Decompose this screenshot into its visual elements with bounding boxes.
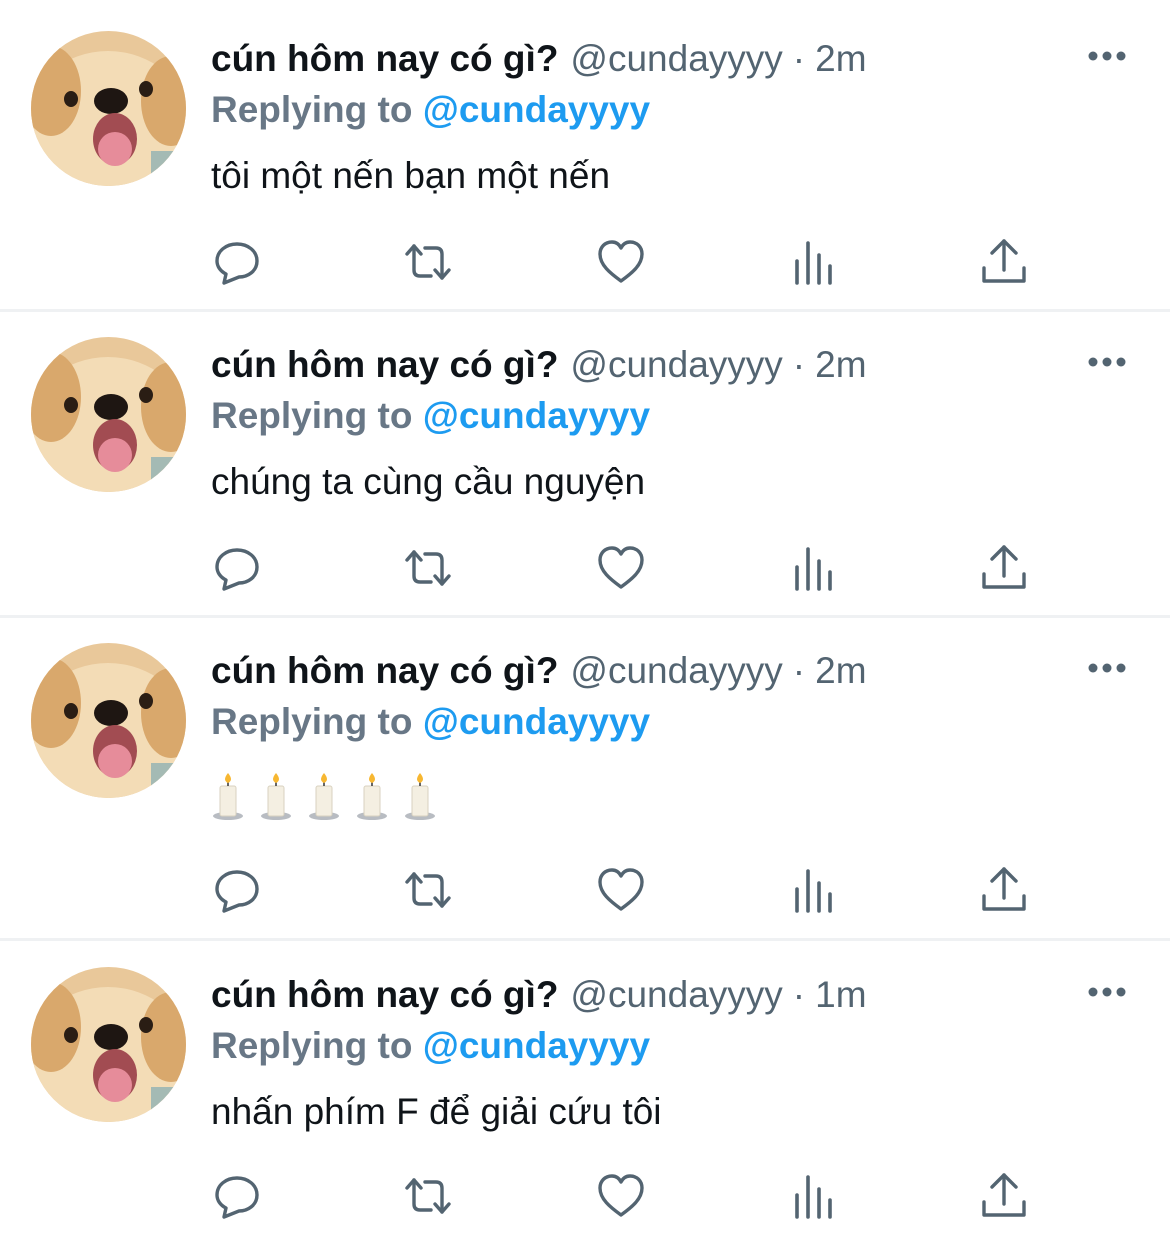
- analytics-icon[interactable]: [785, 234, 841, 290]
- dog-avatar-image: [31, 967, 186, 1122]
- dog-avatar-image: [31, 337, 186, 492]
- share-icon[interactable]: [976, 540, 1032, 596]
- tweet[interactable]: cún hôm nay có gì? @cundayyyy · 2m Replying…: [0, 612, 1170, 939]
- more-options-icon[interactable]: [1084, 339, 1130, 385]
- replying-to: Replying to @cundayyyy: [211, 697, 650, 747]
- retweet-icon[interactable]: [400, 1168, 456, 1224]
- candle-emoji-icon: [405, 773, 435, 820]
- tweet-text: chúng ta cùng cầu nguyện: [211, 461, 646, 502]
- more-options-icon[interactable]: [1084, 969, 1130, 1015]
- display-name[interactable]: cún hôm nay có gì?: [211, 38, 558, 79]
- tweet[interactable]: cún hôm nay có gì? @cundayyyy · 1m Replying…: [0, 936, 1170, 1237]
- action-bar: [0, 862, 1170, 918]
- display-name[interactable]: cún hôm nay có gì?: [211, 650, 558, 691]
- action-bar: [0, 1168, 1170, 1224]
- analytics-icon[interactable]: [785, 540, 841, 596]
- handle[interactable]: @cundayyyy: [570, 974, 782, 1015]
- like-icon[interactable]: [593, 540, 649, 596]
- avatar[interactable]: [31, 643, 186, 798]
- handle[interactable]: @cundayyyy: [570, 650, 782, 691]
- retweet-icon[interactable]: [400, 540, 456, 596]
- timestamp[interactable]: 2m: [815, 344, 866, 385]
- tweet[interactable]: cún hôm nay có gì? @cundayyyy · 2m Replying…: [0, 0, 1170, 310]
- separator: ·: [792, 38, 806, 79]
- separator: ·: [792, 650, 806, 691]
- analytics-icon[interactable]: [785, 1168, 841, 1224]
- timestamp[interactable]: 2m: [815, 650, 866, 691]
- dog-avatar-image: [31, 643, 186, 798]
- replying-label: Replying to: [211, 395, 413, 436]
- more-options-icon[interactable]: [1084, 33, 1130, 79]
- reply-icon[interactable]: [209, 862, 265, 918]
- tweet-header: cún hôm nay có gì? @cundayyyy · 2m: [211, 34, 867, 84]
- candle-emoji-icon: [357, 773, 387, 820]
- replying-mention[interactable]: @cundayyyy: [423, 89, 650, 130]
- tweet-text: tôi một nến bạn một nến: [211, 155, 611, 196]
- reply-icon[interactable]: [209, 1168, 265, 1224]
- analytics-icon[interactable]: [785, 862, 841, 918]
- replying-label: Replying to: [211, 701, 413, 742]
- candle-emoji-icon: [213, 773, 243, 820]
- replying-label: Replying to: [211, 89, 413, 130]
- replying-mention[interactable]: @cundayyyy: [423, 1025, 650, 1066]
- tweet-header: cún hôm nay có gì? @cundayyyy · 1m: [211, 970, 867, 1020]
- reply-icon[interactable]: [209, 234, 265, 290]
- tweet-header: cún hôm nay có gì? @cundayyyy · 2m: [211, 646, 867, 696]
- separator: ·: [792, 344, 806, 385]
- replying-mention[interactable]: @cundayyyy: [423, 701, 650, 742]
- action-bar: [0, 540, 1170, 596]
- more-options-icon[interactable]: [1084, 645, 1130, 691]
- tweet-text: nhấn phím F để giải cứu tôi: [211, 1091, 662, 1132]
- handle[interactable]: @cundayyyy: [570, 38, 782, 79]
- avatar[interactable]: [31, 31, 186, 186]
- retweet-icon[interactable]: [400, 234, 456, 290]
- tweet[interactable]: cún hôm nay có gì? @cundayyyy · 2m Replying…: [0, 306, 1170, 616]
- display-name[interactable]: cún hôm nay có gì?: [211, 344, 558, 385]
- like-icon[interactable]: [593, 1168, 649, 1224]
- dog-avatar-image: [31, 31, 186, 186]
- share-icon[interactable]: [976, 1168, 1032, 1224]
- avatar[interactable]: [31, 337, 186, 492]
- replying-to: Replying to @cundayyyy: [211, 1021, 650, 1071]
- reply-icon[interactable]: [209, 540, 265, 596]
- candle-emoji-icon: [309, 773, 339, 820]
- retweet-icon[interactable]: [400, 862, 456, 918]
- replying-mention[interactable]: @cundayyyy: [423, 395, 650, 436]
- replying-to: Replying to @cundayyyy: [211, 391, 650, 441]
- like-icon[interactable]: [593, 862, 649, 918]
- tweet-text-candles: [211, 772, 437, 822]
- timestamp[interactable]: 2m: [815, 38, 866, 79]
- replying-label: Replying to: [211, 1025, 413, 1066]
- like-icon[interactable]: [593, 234, 649, 290]
- action-bar: [0, 234, 1170, 290]
- handle[interactable]: @cundayyyy: [570, 344, 782, 385]
- replying-to: Replying to @cundayyyy: [211, 85, 650, 135]
- timestamp[interactable]: 1m: [815, 974, 866, 1015]
- tweet-header: cún hôm nay có gì? @cundayyyy · 2m: [211, 340, 867, 390]
- share-icon[interactable]: [976, 234, 1032, 290]
- candle-emoji-icon: [261, 773, 291, 820]
- share-icon[interactable]: [976, 862, 1032, 918]
- avatar[interactable]: [31, 967, 186, 1122]
- separator: ·: [792, 974, 806, 1015]
- display-name[interactable]: cún hôm nay có gì?: [211, 974, 558, 1015]
